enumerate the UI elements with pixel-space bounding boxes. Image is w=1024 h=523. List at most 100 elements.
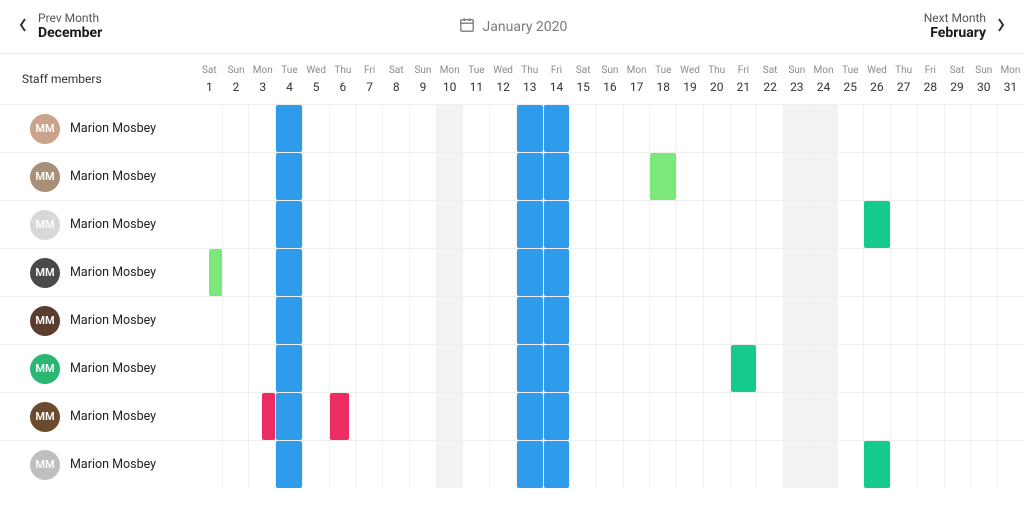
day-cell[interactable]: [543, 105, 570, 152]
day-cell[interactable]: [917, 297, 944, 344]
day-cell[interactable]: [462, 201, 489, 248]
day-cell[interactable]: [837, 249, 864, 296]
day-cell[interactable]: [863, 345, 890, 392]
day-cell[interactable]: [944, 297, 971, 344]
day-cell[interactable]: [703, 201, 730, 248]
day-cell[interactable]: [970, 249, 997, 296]
day-cell[interactable]: [783, 249, 810, 296]
day-cell[interactable]: [970, 345, 997, 392]
day-cell[interactable]: [917, 201, 944, 248]
day-cell[interactable]: [436, 393, 463, 440]
day-cell[interactable]: [676, 297, 703, 344]
day-cell[interactable]: [917, 441, 944, 488]
staff-row[interactable]: MMMarion Mosbey: [0, 440, 196, 488]
day-cell[interactable]: [997, 201, 1024, 248]
day-cell[interactable]: [382, 345, 409, 392]
day-cell[interactable]: [623, 105, 650, 152]
day-cell[interactable]: [649, 297, 676, 344]
day-cell[interactable]: [810, 105, 837, 152]
current-month-title[interactable]: January 2020: [459, 17, 568, 37]
day-cell[interactable]: [436, 249, 463, 296]
schedule-block[interactable]: [330, 393, 349, 440]
day-cell[interactable]: [917, 345, 944, 392]
day-cell[interactable]: [275, 441, 302, 488]
schedule-block[interactable]: [544, 153, 570, 200]
day-cell[interactable]: [783, 297, 810, 344]
day-cell[interactable]: [302, 441, 329, 488]
day-cell[interactable]: [275, 393, 302, 440]
day-cell[interactable]: [703, 441, 730, 488]
day-cell[interactable]: [196, 201, 222, 248]
day-cell[interactable]: [783, 105, 810, 152]
day-cell[interactable]: [489, 345, 516, 392]
day-cell[interactable]: [516, 345, 543, 392]
day-cell[interactable]: [703, 105, 730, 152]
schedule-block[interactable]: [276, 345, 302, 392]
day-cell[interactable]: [355, 441, 382, 488]
day-cell[interactable]: [382, 105, 409, 152]
day-cell[interactable]: [462, 393, 489, 440]
day-cell[interactable]: [355, 345, 382, 392]
day-cell[interactable]: [543, 393, 570, 440]
schedule-block[interactable]: [544, 249, 570, 296]
day-cell[interactable]: [837, 393, 864, 440]
day-cell[interactable]: [462, 345, 489, 392]
day-cell[interactable]: [997, 249, 1024, 296]
schedule-block[interactable]: [544, 441, 570, 488]
day-cell[interactable]: [516, 153, 543, 200]
day-cell[interactable]: [516, 297, 543, 344]
day-cell[interactable]: [623, 249, 650, 296]
schedule-block[interactable]: [276, 441, 302, 488]
schedule-block[interactable]: [731, 345, 757, 392]
day-cell[interactable]: [489, 249, 516, 296]
day-cell[interactable]: [783, 201, 810, 248]
day-cell[interactable]: [863, 441, 890, 488]
day-cell[interactable]: [863, 249, 890, 296]
day-cell[interactable]: [703, 297, 730, 344]
day-cell[interactable]: [730, 105, 757, 152]
day-cell[interactable]: [649, 201, 676, 248]
day-cell[interactable]: [516, 105, 543, 152]
day-cell[interactable]: [489, 105, 516, 152]
day-cell[interactable]: [649, 249, 676, 296]
day-cell[interactable]: [302, 297, 329, 344]
day-cell[interactable]: [676, 393, 703, 440]
day-cell[interactable]: [917, 393, 944, 440]
day-cell[interactable]: [196, 153, 222, 200]
schedule-block[interactable]: [517, 201, 543, 248]
day-cell[interactable]: [837, 153, 864, 200]
day-cell[interactable]: [222, 249, 249, 296]
day-cell[interactable]: [890, 201, 917, 248]
day-cell[interactable]: [516, 249, 543, 296]
day-cell[interactable]: [944, 105, 971, 152]
schedule-block[interactable]: [276, 249, 302, 296]
day-cell[interactable]: [222, 201, 249, 248]
schedule-block[interactable]: [864, 441, 890, 488]
day-cell[interactable]: [783, 441, 810, 488]
day-cell[interactable]: [837, 201, 864, 248]
day-cell[interactable]: [890, 393, 917, 440]
day-cell[interactable]: [970, 297, 997, 344]
schedule-block[interactable]: [262, 393, 275, 440]
next-month-button[interactable]: Next Month February: [924, 11, 1006, 42]
day-cell[interactable]: [409, 249, 436, 296]
staff-row[interactable]: MMMarion Mosbey: [0, 248, 196, 296]
day-cell[interactable]: [409, 393, 436, 440]
day-cell[interactable]: [997, 105, 1024, 152]
day-cell[interactable]: [462, 153, 489, 200]
day-cell[interactable]: [890, 345, 917, 392]
staff-row[interactable]: MMMarion Mosbey: [0, 344, 196, 392]
schedule-block[interactable]: [650, 153, 676, 200]
day-cell[interactable]: [516, 393, 543, 440]
day-cell[interactable]: [222, 297, 249, 344]
day-cell[interactable]: [222, 345, 249, 392]
day-cell[interactable]: [409, 105, 436, 152]
staff-row[interactable]: MMMarion Mosbey: [0, 200, 196, 248]
schedule-block[interactable]: [209, 249, 222, 296]
day-cell[interactable]: [248, 393, 275, 440]
day-cell[interactable]: [196, 249, 222, 296]
day-cell[interactable]: [837, 345, 864, 392]
day-cell[interactable]: [944, 153, 971, 200]
day-cell[interactable]: [730, 297, 757, 344]
day-cell[interactable]: [569, 345, 596, 392]
